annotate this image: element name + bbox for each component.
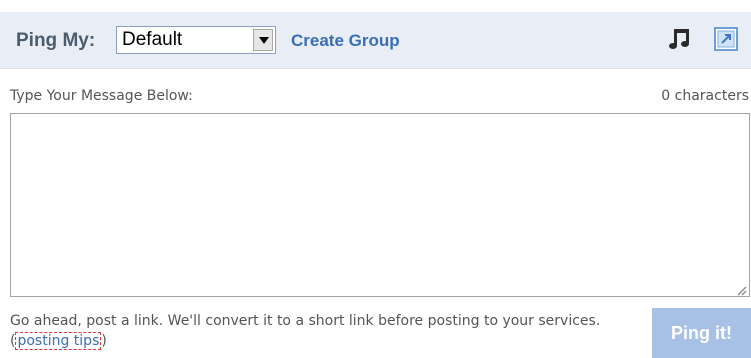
posting-note-close: ) [101,333,107,349]
message-label: Type Your Message Below: [10,88,193,104]
ping-header: Ping My: Default Create Group [0,12,751,69]
chevron-down-icon[interactable] [253,29,273,51]
create-group-link[interactable]: Create Group [291,31,400,51]
posting-note: Go ahead, post a link. We'll convert it … [10,311,610,351]
character-count: 0 characters [661,88,749,104]
posting-tips-link[interactable]: posting tips [15,332,102,350]
ping-it-button[interactable]: Ping it! [652,308,751,358]
group-select[interactable]: Default [116,26,276,54]
resize-grip-icon[interactable] [733,282,747,296]
group-select-value: Default [122,29,183,50]
music-note-icon[interactable] [668,26,694,52]
message-textarea[interactable] [10,113,750,297]
ping-label: Ping My: [16,30,96,51]
expand-icon[interactable] [713,26,739,52]
